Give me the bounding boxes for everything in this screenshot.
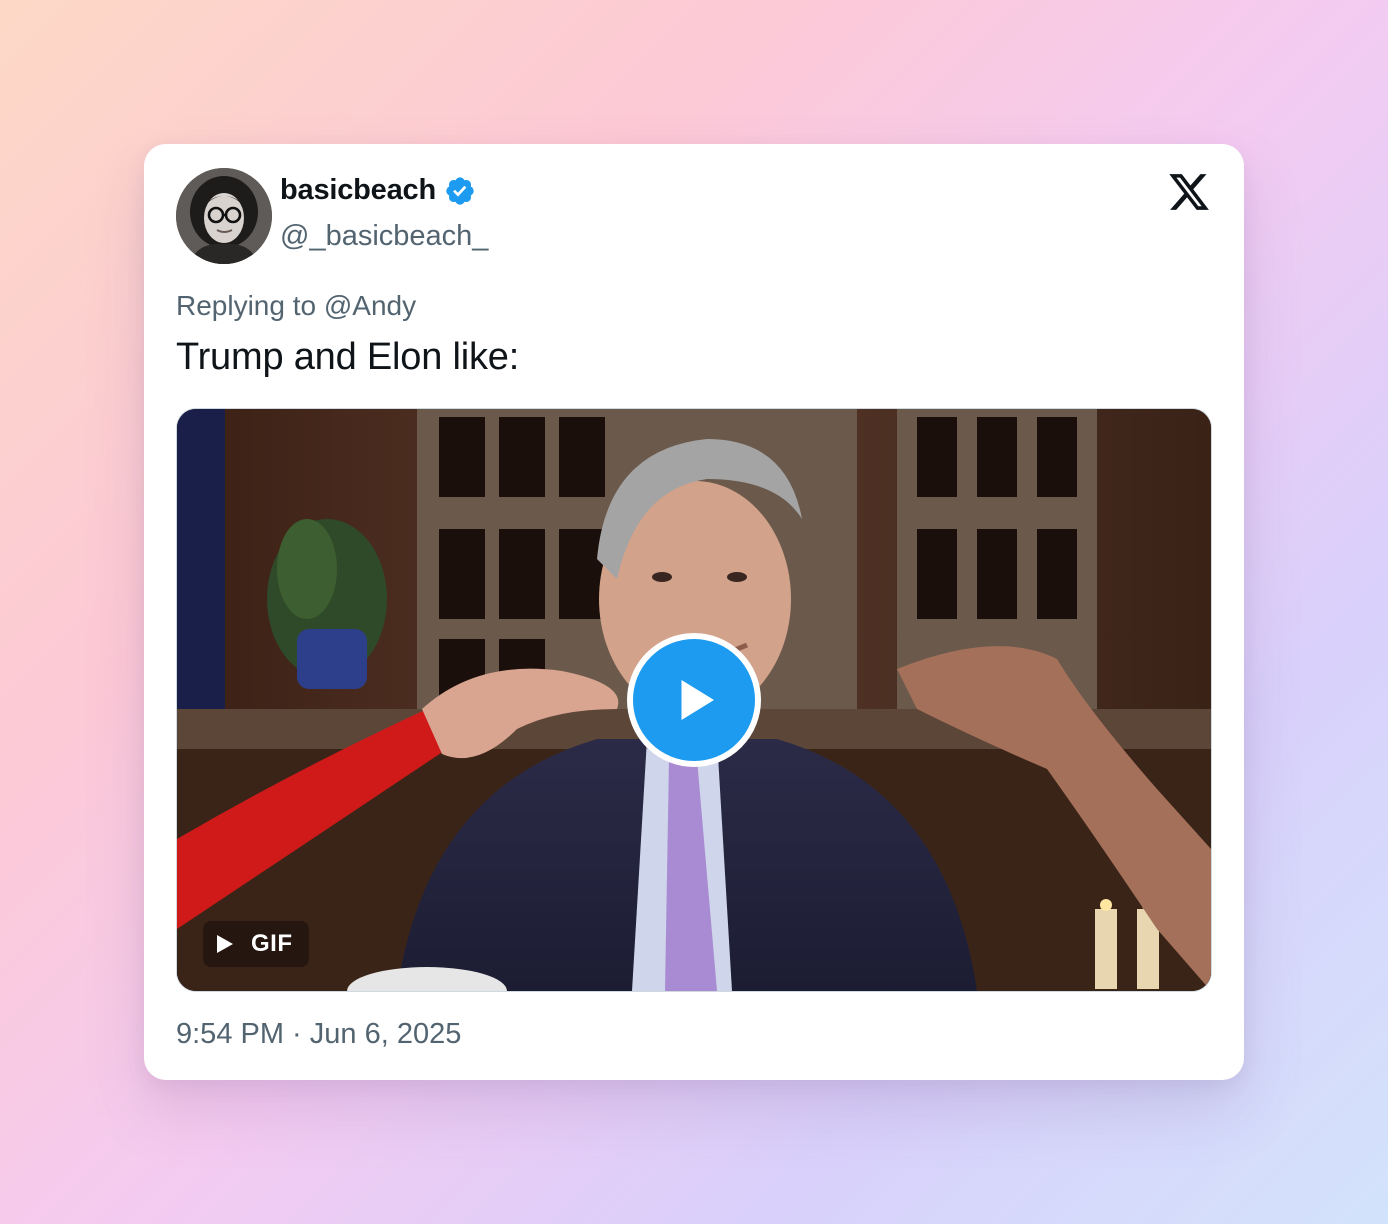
author-name-row: basicbeach bbox=[280, 174, 476, 207]
tweet-text: Trump and Elon like: bbox=[176, 336, 520, 378]
gif-label: GIF bbox=[251, 930, 293, 957]
replying-to[interactable]: Replying to @Andy bbox=[176, 290, 416, 322]
avatar-photo bbox=[176, 168, 272, 264]
tweet-card: basicbeach @_basicbeach_ Replying to @An… bbox=[144, 144, 1244, 1080]
gif-badge[interactable]: GIF bbox=[203, 921, 309, 967]
author-handle[interactable]: @_basicbeach_ bbox=[280, 220, 488, 253]
display-name[interactable]: basicbeach bbox=[280, 174, 436, 207]
x-logo-icon[interactable] bbox=[1166, 170, 1212, 214]
play-icon bbox=[681, 680, 714, 720]
timestamp[interactable]: 9:54 PM · Jun 6, 2025 bbox=[176, 1018, 461, 1051]
avatar[interactable] bbox=[176, 168, 272, 264]
gif-play-icon bbox=[217, 935, 233, 953]
play-button[interactable] bbox=[627, 633, 761, 767]
media-gif[interactable]: GIF bbox=[176, 408, 1212, 992]
verified-badge-icon bbox=[446, 176, 474, 205]
